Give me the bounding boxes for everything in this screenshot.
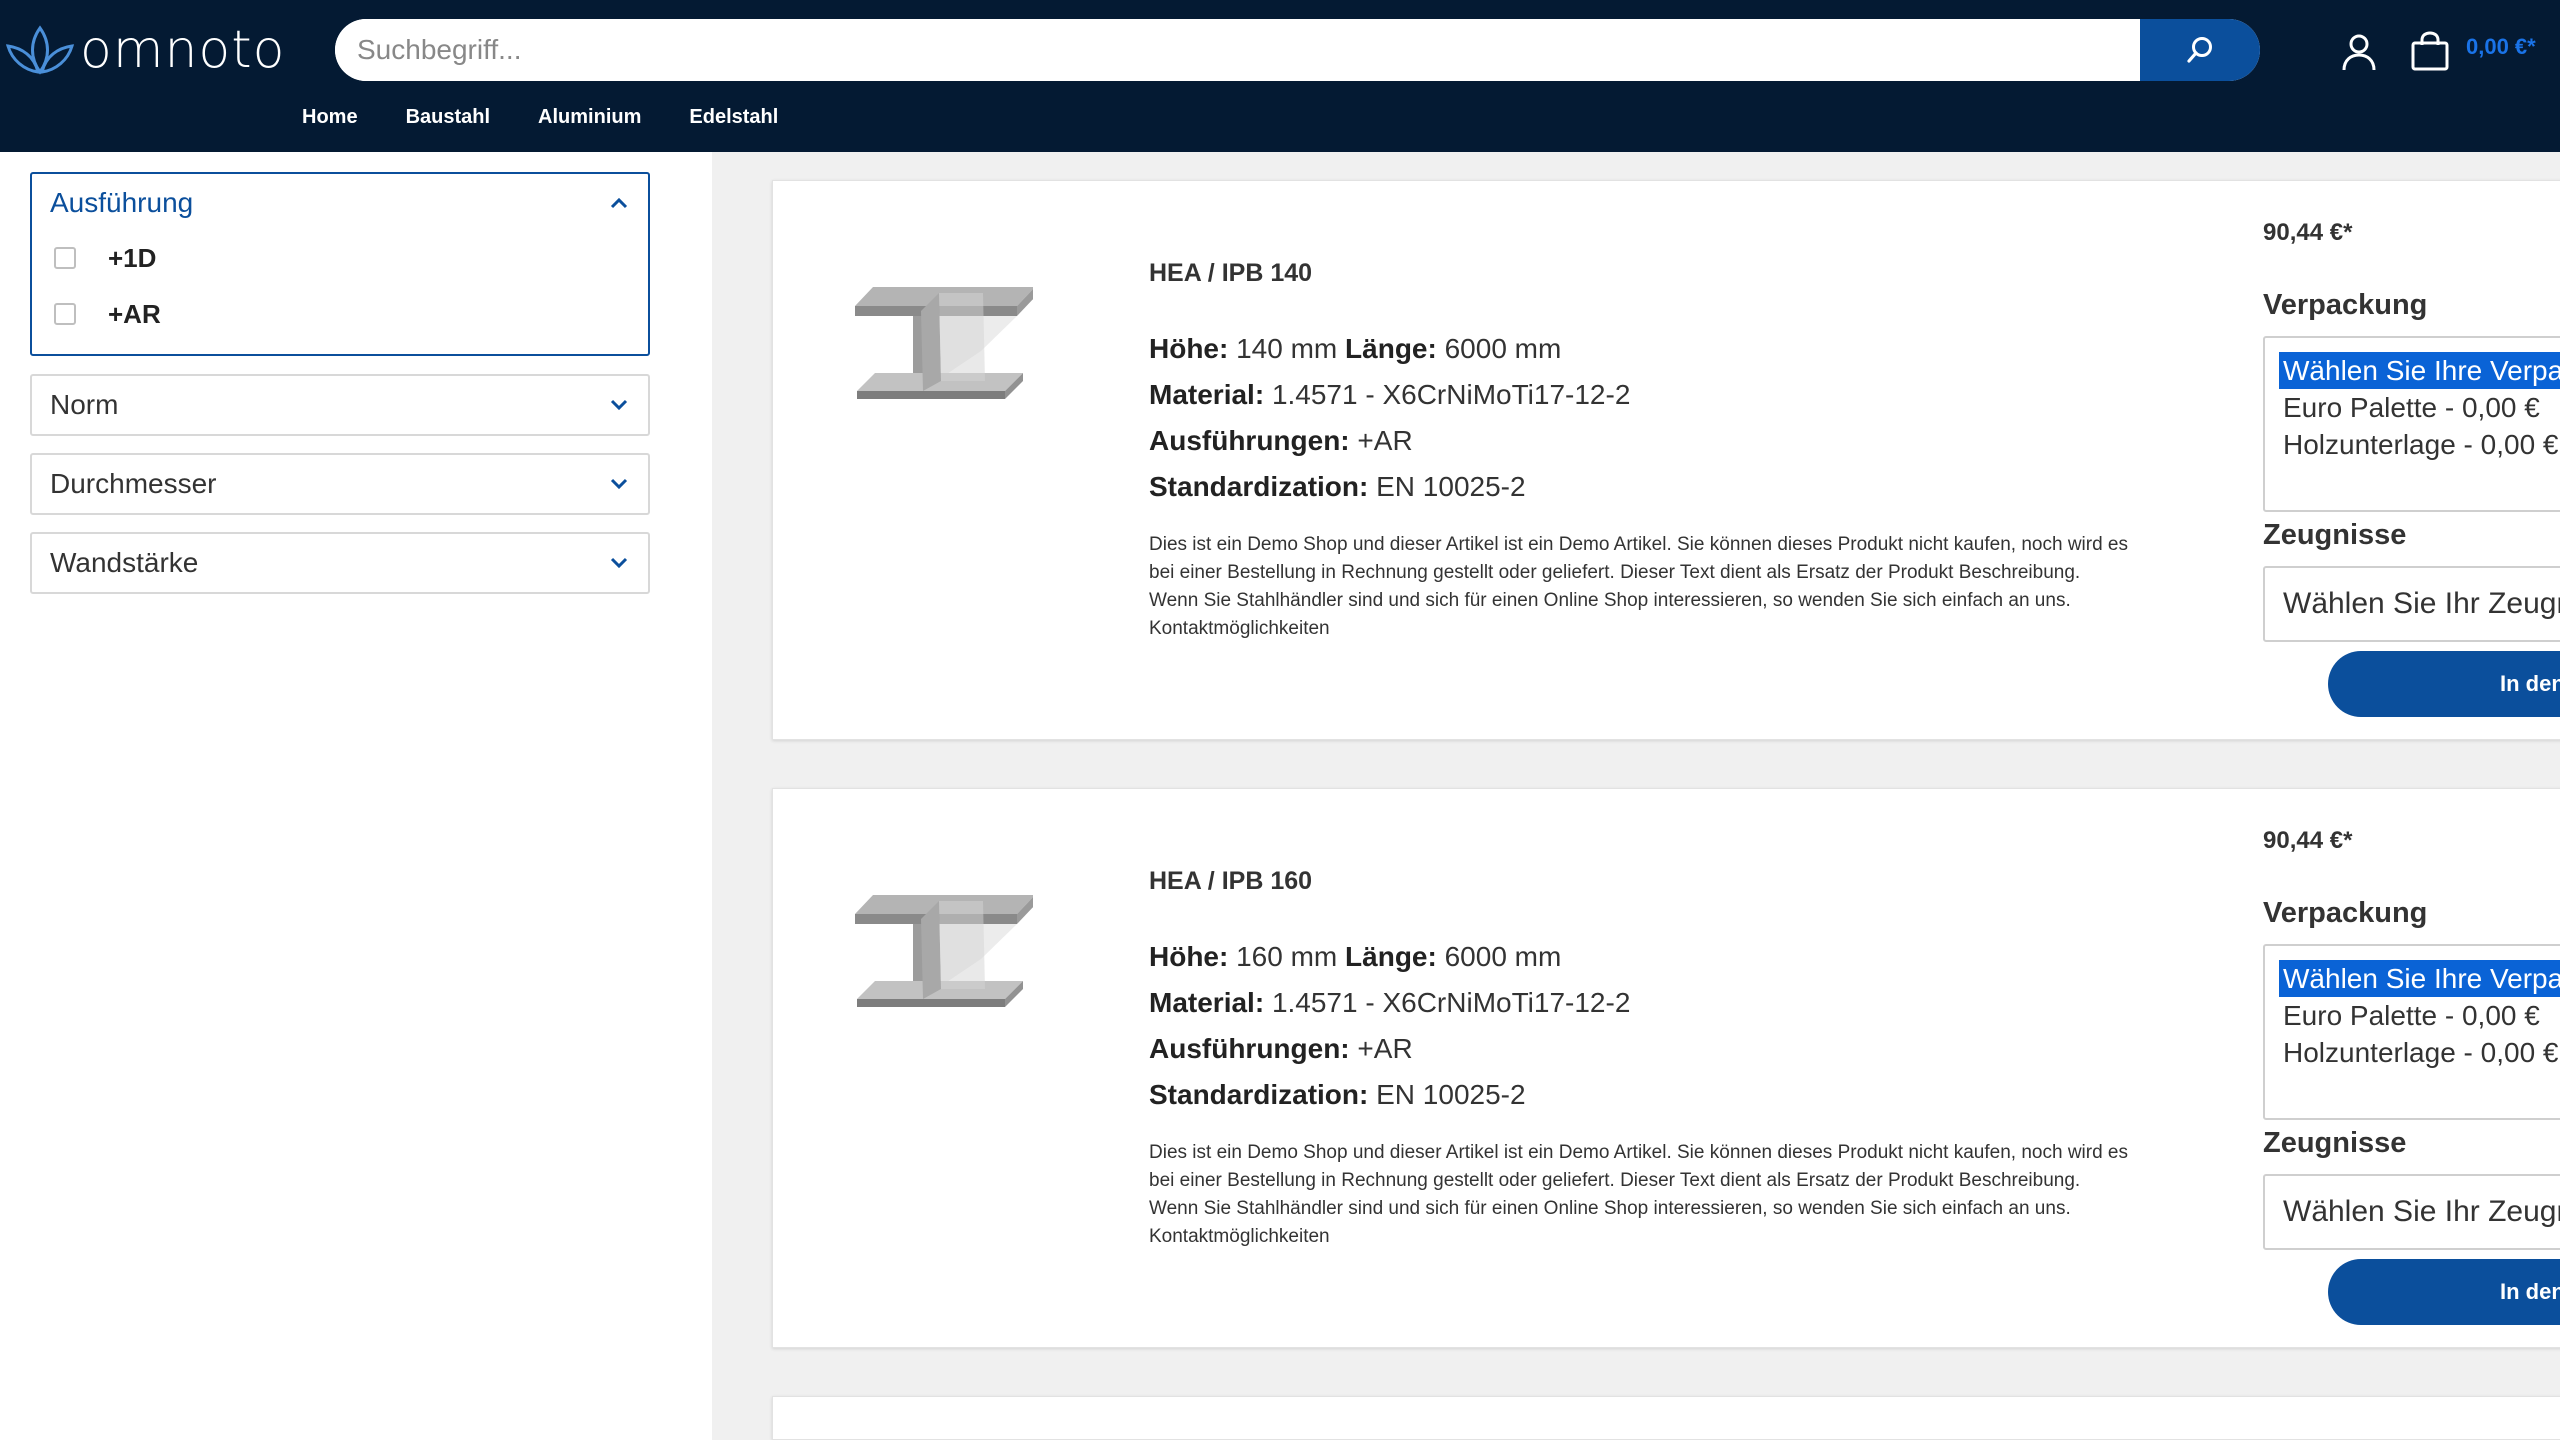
- spec-standard: Standardization: EN 10025-2: [1149, 471, 1526, 503]
- account-icon[interactable]: [2340, 32, 2378, 72]
- packaging-listbox[interactable]: Wählen Sie Ihre Verpackung Euro Palette …: [2263, 336, 2560, 512]
- spec-label: Höhe:: [1149, 941, 1229, 972]
- product-price: 90,44 €*: [2263, 827, 2353, 854]
- filter-option: +AR: [32, 284, 648, 344]
- spec-value: EN 10025-2: [1376, 1079, 1526, 1110]
- search-input[interactable]: [335, 19, 2141, 81]
- filter-durchmesser[interactable]: Durchmesser: [30, 453, 650, 515]
- cart-icon[interactable]: [2410, 30, 2450, 72]
- product-description: Dies ist ein Demo Shop und dieser Artike…: [1149, 1142, 2129, 1247]
- spec-value: 6000 mm: [1444, 941, 1562, 972]
- filter-title: Norm: [50, 389, 119, 420]
- certificate-label: Zeugnisse: [2263, 519, 2407, 551]
- spec-value: EN 10025-2: [1376, 471, 1526, 502]
- spec-value: 1.4571 - X6CrNiMoTi17-12-2: [1271, 987, 1631, 1018]
- site-header: omnoto 0,00 €* Home Baustahl Aluminium E…: [0, 0, 2560, 152]
- nav-item-edelstahl[interactable]: Edelstahl: [689, 106, 778, 129]
- lotus-logo-icon: [5, 25, 75, 75]
- logo-text: omnoto: [80, 20, 286, 80]
- nav-item-home[interactable]: Home: [302, 106, 358, 129]
- checkbox-1d[interactable]: [54, 247, 76, 269]
- nav-item-aluminium[interactable]: Aluminium: [538, 106, 641, 129]
- spec-label: Ausführungen:: [1149, 425, 1350, 456]
- search-icon: [2187, 37, 2212, 63]
- filter-title: Ausführung: [50, 187, 194, 218]
- add-to-cart-button[interactable]: In den Waren: [2328, 651, 2560, 717]
- spec-label: Material:: [1149, 987, 1265, 1018]
- spec-label: Standardization:: [1149, 471, 1369, 502]
- packaging-label: Verpackung: [2263, 289, 2428, 321]
- spec-value: +AR: [1357, 1033, 1413, 1064]
- spec-label: Höhe:: [1149, 333, 1229, 364]
- spec-value: 6000 mm: [1444, 333, 1562, 364]
- i-beam-product-image: [855, 895, 1033, 1007]
- filter-option-label: +AR: [108, 298, 161, 329]
- spec-label: Ausführungen:: [1149, 1033, 1350, 1064]
- packaging-option[interactable]: Euro Palette - 0,00 €: [2279, 389, 2560, 426]
- filter-norm[interactable]: Norm: [30, 374, 650, 436]
- filter-ausfuehrung-header[interactable]: Ausführung: [32, 174, 648, 232]
- spec-value: 1.4571 - X6CrNiMoTi17-12-2: [1271, 379, 1631, 410]
- filter-title: Durchmesser: [50, 468, 217, 499]
- packaging-option[interactable]: Euro Palette - 0,00 €: [2279, 997, 2560, 1034]
- add-to-cart-button[interactable]: In den Waren: [2328, 1259, 2560, 1325]
- spec-value: 140 mm: [1236, 333, 1338, 364]
- filter-sidebar: Ausführung +1D +AR Norm Durchmesser Wand…: [0, 152, 712, 1440]
- filter-wandstaerke[interactable]: Wandstärke: [30, 532, 650, 594]
- certificate-label: Zeugnisse: [2263, 1127, 2407, 1159]
- checkbox-ar[interactable]: [54, 303, 76, 325]
- spec-label: Standardization:: [1149, 1079, 1369, 1110]
- filter-wandstaerke-header[interactable]: Wandstärke: [32, 534, 648, 592]
- chevron-down-icon: [610, 557, 628, 569]
- i-beam-product-image: [855, 287, 1033, 399]
- product-card: HEA / IPB 160 Höhe: 160 mm Länge: 6000 m…: [772, 788, 2560, 1348]
- packaging-label: Verpackung: [2263, 897, 2428, 929]
- filter-norm-header[interactable]: Norm: [32, 376, 648, 434]
- chevron-up-icon: [610, 197, 628, 209]
- product-list: HEA / IPB 140 Höhe: 140 mm Länge: 6000 m…: [712, 152, 2560, 1440]
- spec-material: Material: 1.4571 - X6CrNiMoTi17-12-2: [1149, 379, 1630, 411]
- product-price: 90,44 €*: [2263, 219, 2353, 246]
- spec-finish: Ausführungen: +AR: [1149, 425, 1413, 457]
- chevron-down-icon: [610, 399, 628, 411]
- packaging-option[interactable]: Holzunterlage - 0,00 €: [2279, 426, 2560, 463]
- certificate-select[interactable]: Wählen Sie Ihr Zeugnis: [2263, 566, 2560, 642]
- spec-label: Länge:: [1345, 941, 1437, 972]
- logo[interactable]: omnoto: [4, 20, 285, 80]
- main-nav: Home Baustahl Aluminium Edelstahl: [302, 106, 778, 129]
- cart-total[interactable]: 0,00 €*: [2466, 34, 2536, 60]
- packaging-option[interactable]: Wählen Sie Ihre Verpackung: [2279, 352, 2560, 389]
- product-title[interactable]: HEA / IPB 160: [1149, 867, 1312, 896]
- filter-option: +1D: [32, 228, 648, 288]
- filter-title: Wandstärke: [50, 547, 199, 578]
- spec-standard: Standardization: EN 10025-2: [1149, 1079, 1526, 1111]
- product-card: HEA / IPB 140 Höhe: 140 mm Länge: 6000 m…: [772, 180, 2560, 740]
- filter-option-label: +1D: [108, 242, 157, 273]
- spec-value: 160 mm: [1236, 941, 1338, 972]
- chevron-down-icon: [610, 478, 628, 490]
- product-description: Dies ist ein Demo Shop und dieser Artike…: [1149, 534, 2129, 639]
- spec-label: Länge:: [1345, 333, 1437, 364]
- nav-item-baustahl[interactable]: Baustahl: [406, 106, 490, 129]
- search-bar: [335, 19, 2260, 81]
- filter-durchmesser-header[interactable]: Durchmesser: [32, 455, 648, 513]
- product-card: [772, 1396, 2560, 1440]
- spec-dimensions: Höhe: 160 mm Länge: 6000 mm: [1149, 941, 1561, 973]
- spec-value: +AR: [1357, 425, 1413, 456]
- product-title[interactable]: HEA / IPB 140: [1149, 259, 1312, 288]
- certificate-select[interactable]: Wählen Sie Ihr Zeugnis: [2263, 1174, 2560, 1250]
- spec-finish: Ausführungen: +AR: [1149, 1033, 1413, 1065]
- packaging-listbox[interactable]: Wählen Sie Ihre Verpackung Euro Palette …: [2263, 944, 2560, 1120]
- packaging-option[interactable]: Holzunterlage - 0,00 €: [2279, 1034, 2560, 1071]
- spec-material: Material: 1.4571 - X6CrNiMoTi17-12-2: [1149, 987, 1630, 1019]
- packaging-option[interactable]: Wählen Sie Ihre Verpackung: [2279, 960, 2560, 997]
- search-button[interactable]: [2140, 19, 2260, 81]
- spec-label: Material:: [1149, 379, 1265, 410]
- filter-ausfuehrung: Ausführung +1D +AR: [30, 172, 650, 356]
- spec-dimensions: Höhe: 140 mm Länge: 6000 mm: [1149, 333, 1561, 365]
